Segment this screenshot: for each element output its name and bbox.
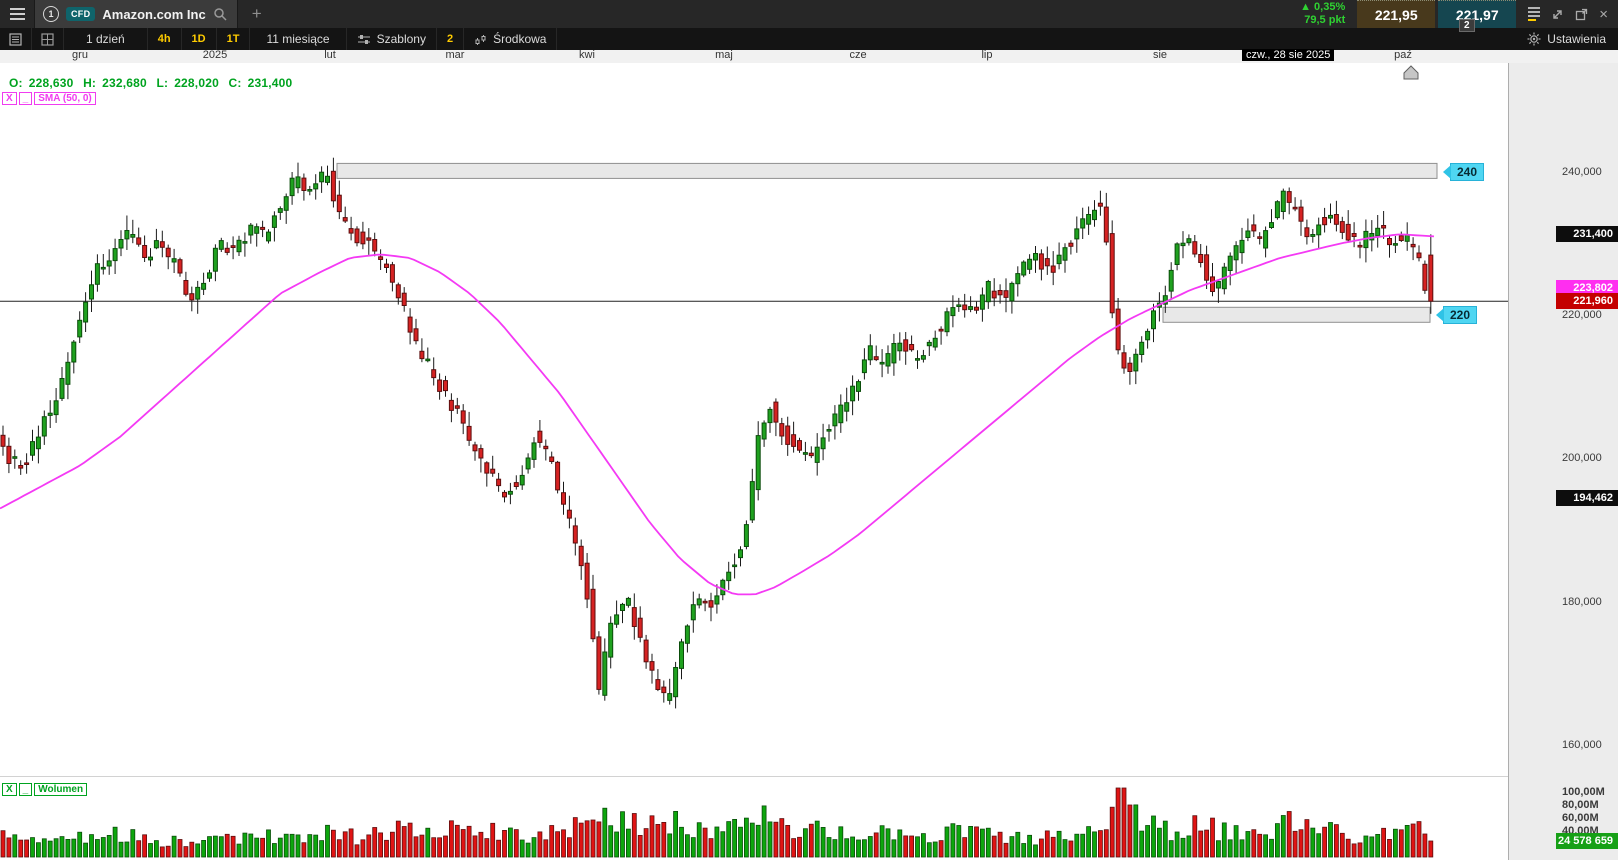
volume-tick-label: 80,00M — [1562, 799, 1599, 811]
hamburger-icon — [10, 8, 25, 10]
timeline-month-label: lut — [324, 49, 336, 61]
timeline-month-label: paź — [1394, 49, 1412, 61]
templates-button[interactable]: Szablony — [347, 28, 437, 50]
topbar-spacer — [276, 0, 1290, 28]
date-tooltip: czw., 28 sie 2025 — [1242, 49, 1334, 61]
open-label: O: — [9, 76, 23, 90]
change-block: ▲ 0,35% 79,5 pkt — [1290, 0, 1355, 28]
templates-count-button[interactable]: 2 — [437, 28, 464, 50]
settings-button[interactable]: Ustawienia — [1515, 28, 1618, 50]
list-icon — [9, 33, 22, 46]
price-tick-label: 220,000 — [1562, 309, 1602, 321]
volume-tick-label: 60,00M — [1562, 812, 1599, 824]
spread-badge: 2 — [1459, 19, 1475, 32]
tab-number-badge: 1 — [43, 6, 59, 22]
price-axis[interactable]: 240,000 220,000 200,000 180,000 160,000 231,4… — [1508, 63, 1618, 860]
quotes-list-button[interactable] — [0, 28, 32, 50]
high-value: 232,680 — [102, 76, 147, 90]
ohlc-readout: O: 228,630 H: 232,680 L: 228,020 C: 231,400 — [9, 76, 298, 90]
resistance-level-badge[interactable]: 240 — [1450, 163, 1484, 181]
open-value: 228,630 — [29, 76, 74, 90]
top-bar: 1 CFD Amazon.com Inc + ▲ 0,35% 79,5 pkt … — [0, 0, 1618, 28]
timeline-month-label: mar — [446, 49, 465, 61]
chart-area: O:228,630 H:232,680 L:228,020 C:231,400 … — [0, 63, 1618, 860]
timeframe-button[interactable]: 1 dzień — [64, 28, 148, 50]
price-badge: 194,462 — [1556, 490, 1618, 506]
market-depth-icon[interactable] — [1528, 7, 1540, 21]
layout-grid-button[interactable] — [32, 28, 64, 50]
price-tick-label: 160,000 — [1562, 739, 1602, 751]
badge-arrow-icon — [1436, 308, 1444, 322]
price-zone — [337, 163, 1437, 178]
close-label: C: — [229, 76, 242, 90]
close-icon[interactable]: × — [1599, 7, 1608, 22]
add-tab-button[interactable]: + — [238, 0, 276, 28]
timeline-month-label: 2025 — [203, 49, 227, 61]
high-label: H: — [83, 76, 96, 90]
timeline-month-label: cze — [849, 49, 866, 61]
gear-icon — [1527, 32, 1541, 46]
low-label: L: — [156, 76, 168, 90]
candles — [1, 158, 1433, 709]
sma-minimize-button[interactable]: _ — [19, 92, 33, 105]
sliders-icon — [357, 33, 371, 45]
candlestick-icon — [474, 33, 487, 46]
sma-indicator-legend: X _ SMA (50, 0) — [2, 92, 96, 105]
timeline-month-label: lip — [981, 49, 992, 61]
trading-platform-window: 1 CFD Amazon.com Inc + ▲ 0,35% 79,5 pkt … — [0, 0, 1618, 860]
price-zone — [1163, 307, 1430, 322]
main-menu-button[interactable] — [0, 0, 35, 28]
latest-candle-marker — [1404, 66, 1418, 79]
volume-tick-label: 100,00M — [1562, 786, 1605, 798]
chart-toolbar: 1 dzień 4h 1D 1T 11 miesiące Szablony 2 … — [0, 28, 1618, 50]
popout-window-icon[interactable] — [1575, 8, 1588, 21]
bid-price-button[interactable]: 221,95 — [1357, 0, 1435, 28]
last-price-badge: 221,960 — [1556, 293, 1618, 309]
timeline-month-label: maj — [715, 49, 733, 61]
change-points: 79,5 pkt — [1304, 14, 1345, 27]
grid-icon — [41, 33, 54, 46]
window-controls: × — [1516, 0, 1618, 28]
tf-1d-button[interactable]: 1D — [182, 28, 217, 50]
timeline-month-label: gru — [72, 49, 88, 61]
volume-value-badge: 24 578 659 — [1556, 833, 1618, 849]
badge-arrow-icon — [1443, 165, 1451, 179]
sma-label[interactable]: SMA (50, 0) — [34, 92, 96, 105]
change-percent: ▲ 0,35% — [1300, 1, 1345, 14]
volume-pane-divider — [0, 776, 1508, 777]
volume-indicator-legend: X _ Wolumen — [2, 783, 87, 796]
low-value: 228,020 — [174, 76, 219, 90]
close-value: 231,400 — [248, 76, 293, 90]
chart-type-button[interactable]: Środkowa — [464, 28, 557, 50]
expand-icon[interactable] — [1551, 8, 1564, 21]
time-axis: czw., 28 sie 2025 gru 2025 lut mar kwi maj cze… — [0, 50, 1618, 64]
price-tick-label: 200,000 — [1562, 452, 1602, 464]
tf-4h-button[interactable]: 4h — [148, 28, 182, 50]
timeline-month-label: sie — [1153, 49, 1167, 61]
timeline-month-label: kwi — [579, 49, 595, 61]
cfd-badge: CFD — [66, 7, 95, 21]
sma-remove-button[interactable]: X — [2, 92, 17, 105]
price-badge: 231,400 — [1556, 226, 1618, 242]
search-icon[interactable] — [213, 7, 227, 21]
candlestick-chart — [0, 63, 1508, 860]
price-tick-label: 180,000 — [1562, 596, 1602, 608]
tf-1w-button[interactable]: 1T — [217, 28, 251, 50]
support-level-badge[interactable]: 220 — [1443, 306, 1477, 324]
ask-price-button[interactable]: 221,97 — [1438, 0, 1516, 28]
instrument-tab[interactable]: 1 CFD Amazon.com Inc — [35, 0, 238, 28]
volume-label[interactable]: Wolumen — [34, 783, 87, 796]
volume-bars — [1, 788, 1433, 857]
volume-minimize-button[interactable]: _ — [19, 783, 33, 796]
toolbar-spacer — [557, 28, 1515, 50]
range-button[interactable]: 11 miesiące — [250, 28, 346, 50]
volume-remove-button[interactable]: X — [2, 783, 17, 796]
instrument-title: Amazon.com Inc — [102, 7, 205, 22]
price-tick-label: 240,000 — [1562, 166, 1602, 178]
